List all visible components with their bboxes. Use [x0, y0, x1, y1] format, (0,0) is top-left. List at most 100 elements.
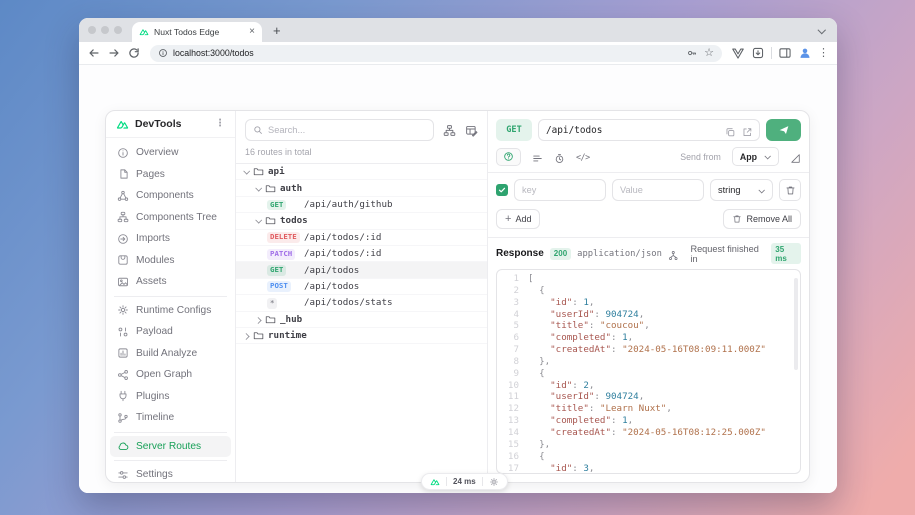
- imports-icon: [117, 233, 129, 245]
- open-external-icon[interactable]: [742, 125, 753, 136]
- json-code-text: "id": 2,: [528, 380, 594, 392]
- sidebar-item-imports[interactable]: Imports: [110, 228, 231, 250]
- tree-folder-auth[interactable]: auth: [236, 180, 487, 196]
- scrollbar-thumb[interactable]: [794, 278, 798, 370]
- delete-param-button[interactable]: [779, 179, 801, 201]
- minimize-window-button[interactable]: [101, 26, 109, 34]
- browser-menu-icon[interactable]: ⋮: [818, 48, 829, 59]
- add-param-button[interactable]: +Add: [496, 209, 540, 229]
- sidebar-item-timeline[interactable]: Timeline: [110, 407, 231, 429]
- bookmark-star-icon[interactable]: ☆: [704, 48, 714, 59]
- devtools-panel: DevTools ⋮ OverviewPagesComponentsCompon…: [105, 110, 810, 483]
- headers-tab-icon[interactable]: [532, 151, 543, 162]
- view-mode-icon[interactable]: [443, 124, 456, 137]
- environment-value: App: [740, 152, 757, 162]
- search-box[interactable]: [245, 119, 434, 141]
- tree-folder-api[interactable]: api: [236, 164, 487, 180]
- param-key-input[interactable]: [514, 179, 606, 201]
- json-code-text: "createdAt": "2024-05-16T08:12:25.000Z": [528, 427, 766, 439]
- folder-icon: [265, 314, 276, 325]
- sidebar-item-label: Overview: [136, 147, 178, 158]
- address-bar[interactable]: localhost:3000/todos ☆: [150, 45, 722, 62]
- send-request-button[interactable]: [766, 119, 801, 141]
- param-value-input[interactable]: [612, 179, 704, 201]
- devtools-menu-icon[interactable]: ⋮: [215, 119, 225, 129]
- sidebar-item-runtime-configs[interactable]: Runtime Configs: [110, 300, 231, 322]
- maximize-window-button[interactable]: [114, 26, 122, 34]
- site-info-icon[interactable]: [158, 48, 168, 58]
- sidebar-item-components-tree[interactable]: Components Tree: [110, 207, 231, 229]
- browser-tab[interactable]: Nuxt Todos Edge ×: [132, 22, 262, 42]
- visualize-json-icon[interactable]: [668, 248, 679, 259]
- folder-icon: [265, 183, 276, 194]
- sidebar-item-pages[interactable]: Pages: [110, 164, 231, 186]
- line-number: 9: [497, 368, 519, 380]
- route-item-patch-api-todos-id[interactable]: PATCH/api/todos/:id: [236, 246, 487, 262]
- password-key-icon[interactable]: [687, 48, 697, 58]
- close-window-button[interactable]: [88, 26, 96, 34]
- tab-close-icon[interactable]: ×: [249, 27, 255, 37]
- route-item-get-api-todos[interactable]: GET/api/todos: [236, 262, 487, 278]
- environment-select[interactable]: App: [732, 147, 779, 166]
- sidebar-item-settings[interactable]: Settings: [110, 464, 231, 483]
- reload-icon[interactable]: [127, 46, 141, 60]
- sidebar-item-label: Open Graph: [136, 369, 192, 380]
- side-panel-icon[interactable]: [778, 46, 792, 60]
- sidebar-item-plugins[interactable]: Plugins: [110, 386, 231, 408]
- request-tabs-row: </> Send from App: [488, 141, 809, 172]
- vue-devtools-icon[interactable]: [731, 46, 745, 60]
- profile-avatar[interactable]: [798, 46, 812, 60]
- extension-icon[interactable]: [751, 46, 765, 60]
- settings-gear-icon[interactable]: [489, 477, 499, 487]
- request-url-input[interactable]: [546, 125, 719, 136]
- nuxt-fab-icon[interactable]: [430, 477, 440, 487]
- sidebar-item-open-graph[interactable]: Open Graph: [110, 364, 231, 386]
- tree-folder-runtime[interactable]: runtime: [236, 328, 487, 344]
- new-tab-button[interactable]: +: [273, 24, 281, 37]
- tab-list-chevron-icon[interactable]: [818, 27, 825, 34]
- json-code-text: },: [528, 356, 550, 368]
- tree-folder--hub[interactable]: _hub: [236, 312, 487, 328]
- devtools-fab[interactable]: 24 ms: [421, 473, 508, 490]
- copy-icon[interactable]: [725, 125, 736, 136]
- open-graph-icon: [117, 369, 129, 381]
- chevron-right-icon[interactable]: [256, 316, 262, 322]
- sidebar-item-server-routes[interactable]: Server Routes: [110, 436, 231, 458]
- param-enabled-checkbox[interactable]: [496, 184, 508, 196]
- remove-all-button[interactable]: Remove All: [723, 209, 801, 229]
- sidebar-item-overview[interactable]: Overview: [110, 142, 231, 164]
- route-item-get-api-auth-github[interactable]: GET/api/auth/github: [236, 197, 487, 213]
- json-line: 16 {: [497, 451, 800, 463]
- route-item-post-api-todos[interactable]: POST/api/todos: [236, 279, 487, 295]
- chevron-down-icon[interactable]: [256, 218, 262, 224]
- timing-tab-icon[interactable]: [554, 151, 565, 162]
- sidebar-item-label: Server Routes: [136, 441, 201, 452]
- route-item--api-todos-stats[interactable]: */api/todos/stats: [236, 295, 487, 311]
- sidebar-item-build-analyze[interactable]: Build Analyze: [110, 343, 231, 365]
- param-type-select[interactable]: string: [710, 179, 773, 201]
- snippet-tab-icon[interactable]: </>: [576, 152, 590, 162]
- tree-folder-todos[interactable]: todos: [236, 213, 487, 229]
- add-label: Add: [515, 214, 531, 224]
- sidebar-item-assets[interactable]: Assets: [110, 271, 231, 293]
- request-url-box[interactable]: [538, 119, 760, 141]
- sidebar-item-payload[interactable]: Payload: [110, 321, 231, 343]
- search-input[interactable]: [268, 125, 426, 135]
- sidebar-item-modules[interactable]: Modules: [110, 250, 231, 272]
- measure-tool-icon[interactable]: [790, 151, 801, 162]
- json-line: 7 "createdAt": "2024-05-16T08:09:11.000Z…: [497, 344, 800, 356]
- sidebar-item-label: Components Tree: [136, 212, 217, 223]
- back-icon[interactable]: [87, 46, 101, 60]
- line-number: 7: [497, 344, 519, 356]
- register-route-icon[interactable]: [465, 124, 478, 137]
- sidebar-item-components[interactable]: Components: [110, 185, 231, 207]
- chevron-down-icon[interactable]: [256, 185, 262, 191]
- route-item-delete-api-todos-id[interactable]: DELETE/api/todos/:id: [236, 230, 487, 246]
- sidebar-item-label: Components: [136, 190, 194, 201]
- chevron-down-icon[interactable]: [244, 169, 250, 175]
- chevron-right-icon[interactable]: [244, 333, 250, 339]
- method-badge-slot: PATCH: [267, 248, 304, 260]
- desktop-background: Nuxt Todos Edge × + localhost:3000/todos…: [0, 0, 915, 515]
- params-tab[interactable]: [496, 148, 521, 166]
- forward-icon[interactable]: [107, 46, 121, 60]
